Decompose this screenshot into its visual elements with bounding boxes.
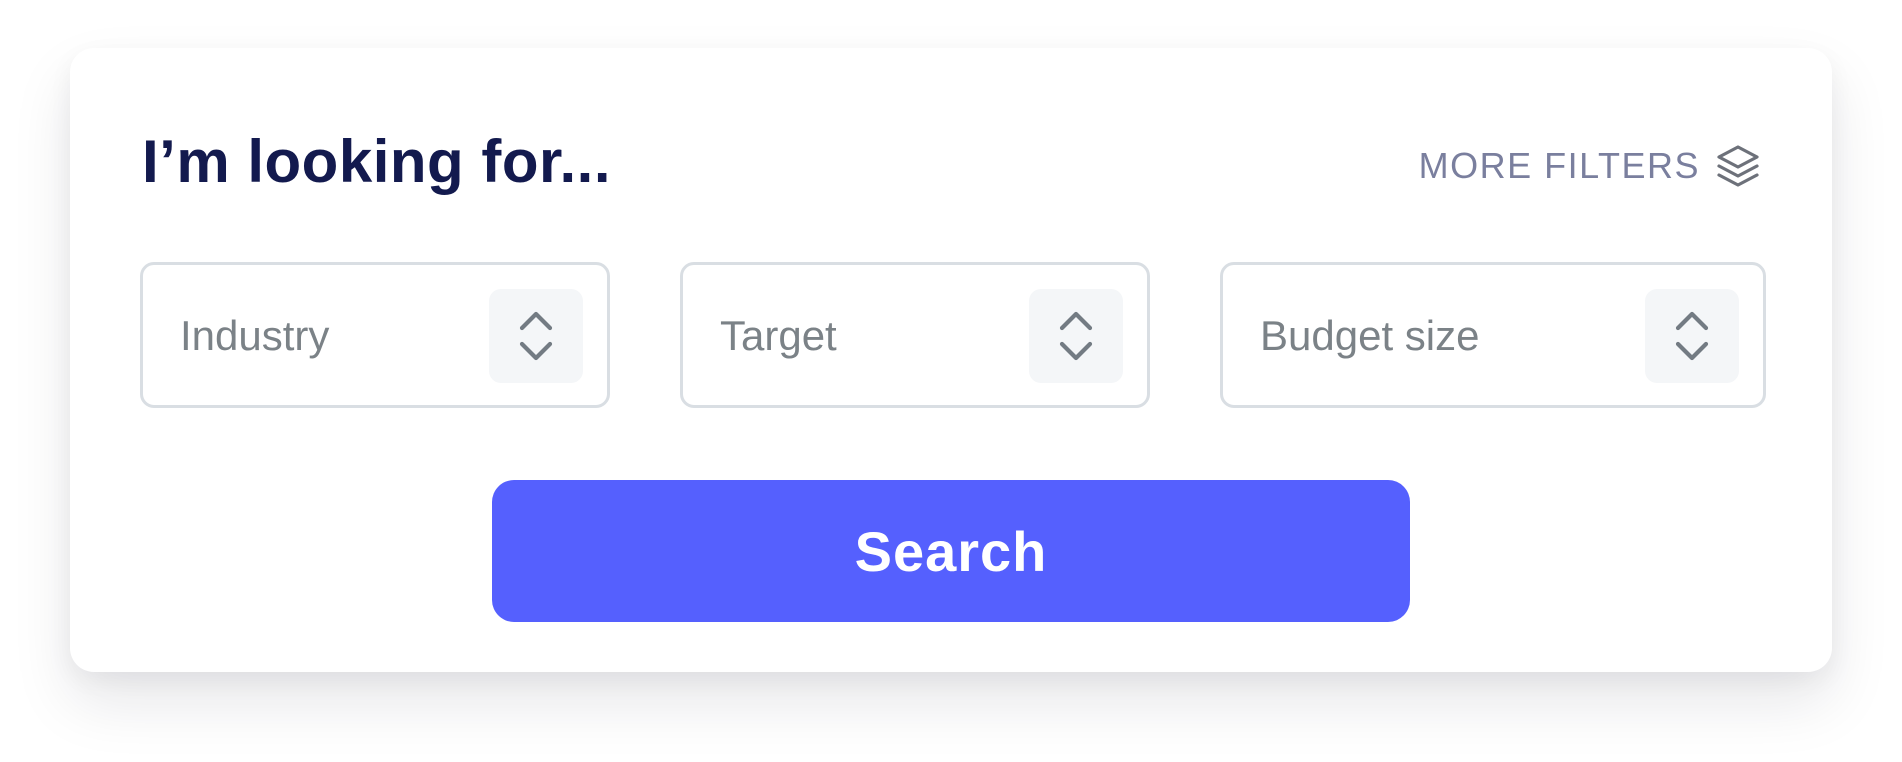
search-filter-card: I’m looking for... MORE FILTERS Industry… bbox=[70, 48, 1832, 672]
page-title: I’m looking for... bbox=[142, 128, 612, 195]
target-select-toggle[interactable] bbox=[1029, 289, 1123, 383]
budget-size-select-toggle[interactable] bbox=[1645, 289, 1739, 383]
target-select[interactable]: Target bbox=[680, 262, 1150, 408]
more-filters-label: MORE FILTERS bbox=[1418, 145, 1700, 186]
more-filters-button[interactable]: MORE FILTERS bbox=[1419, 140, 1762, 192]
industry-select[interactable]: Industry bbox=[140, 262, 610, 408]
target-select-value: Target bbox=[720, 312, 837, 359]
search-button[interactable]: Search bbox=[492, 480, 1410, 622]
chevron-up-down-icon bbox=[1675, 311, 1709, 361]
budget-size-select[interactable]: Budget size bbox=[1220, 262, 1766, 408]
chevron-up-down-icon bbox=[1059, 311, 1093, 361]
layers-icon bbox=[1717, 145, 1759, 187]
chevron-up-down-icon bbox=[519, 311, 553, 361]
industry-select-value: Industry bbox=[180, 312, 330, 359]
industry-select-toggle[interactable] bbox=[489, 289, 583, 383]
budget-size-select-value: Budget size bbox=[1260, 312, 1480, 359]
